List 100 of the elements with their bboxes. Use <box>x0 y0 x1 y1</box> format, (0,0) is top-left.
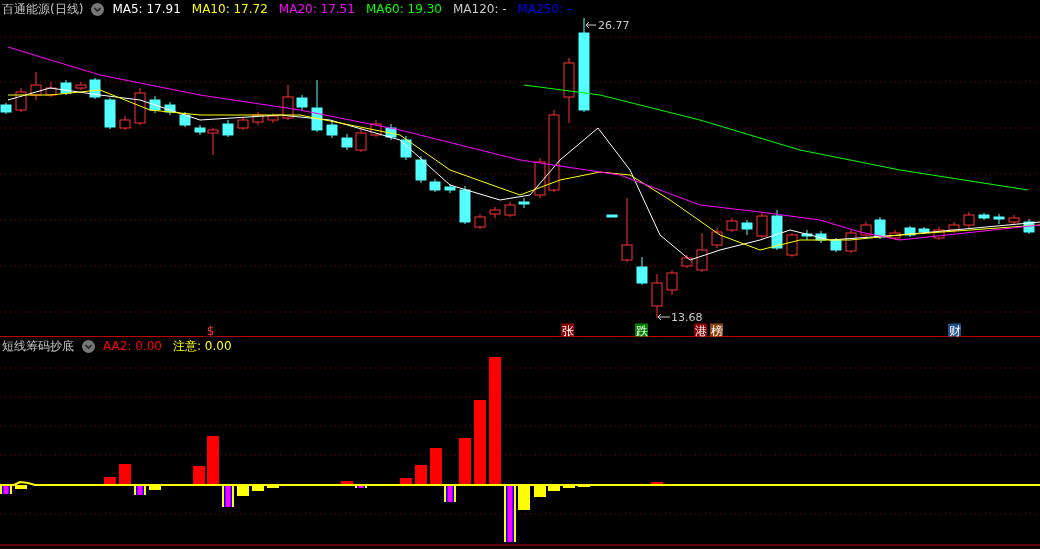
candlestick <box>164 101 176 116</box>
candlestick <box>30 71 42 101</box>
indicator-value: MA5: 17.91 <box>112 1 181 18</box>
candlestick <box>801 229 813 241</box>
event-marker: 张 <box>561 323 574 337</box>
candlestick <box>400 135 412 161</box>
histogram-bar <box>651 482 663 485</box>
candlestick <box>370 119 382 138</box>
candlestick <box>918 226 930 235</box>
candlestick <box>89 77 101 100</box>
candlestick <box>563 57 575 124</box>
histogram-bar <box>267 485 279 488</box>
histogram-bar <box>104 477 116 485</box>
panel-title: 百通能源(日线) <box>2 1 84 18</box>
candlestick <box>237 116 249 131</box>
candlestick <box>786 232 798 258</box>
event-marker: 跌 <box>635 323 648 337</box>
candlestick <box>119 115 131 131</box>
candlestick <box>534 157 546 199</box>
candlestick <box>948 221 960 234</box>
event-marker: 榜 <box>710 323 723 337</box>
histogram-bar <box>459 438 471 485</box>
candlestick <box>311 79 323 133</box>
candlestick <box>993 213 1005 225</box>
histogram-bar <box>415 465 427 485</box>
histogram-bar <box>252 485 264 491</box>
candlestick <box>15 87 27 113</box>
candlestick <box>681 254 693 269</box>
candlestick <box>415 155 427 184</box>
high-price-label: 26.77 <box>585 19 630 32</box>
indicator-value: MA250: - <box>517 1 572 18</box>
candlestick <box>636 256 648 286</box>
candlestick <box>666 269 678 296</box>
candlestick <box>459 185 471 225</box>
indicator-value: MA10: 17.72 <box>191 1 268 18</box>
candlestick <box>474 213 486 230</box>
histogram-bar <box>119 464 131 485</box>
candlestick <box>60 79 72 96</box>
candlestick <box>504 201 516 218</box>
candlestick <box>621 197 633 263</box>
candlestick <box>222 119 234 138</box>
candlestick <box>726 217 738 233</box>
candlestick <box>282 84 294 121</box>
candlestick <box>771 209 783 251</box>
candlestick <box>845 229 857 254</box>
candlestick <box>696 232 708 273</box>
candlestick <box>933 226 945 241</box>
candlestick <box>963 211 975 229</box>
candlestick <box>341 133 353 151</box>
candlestick <box>355 127 367 153</box>
candlestick <box>815 230 827 244</box>
candlestick <box>489 206 501 219</box>
candlestick <box>756 212 768 239</box>
histogram-bar <box>134 485 146 495</box>
histogram-bar <box>207 436 219 485</box>
histogram-bar <box>15 485 27 489</box>
candlestick <box>711 227 723 249</box>
indicator-value: AA2: 0.00 <box>103 338 162 355</box>
candlestick <box>429 178 441 193</box>
event-marker: 财 <box>948 323 961 337</box>
histogram-bar <box>237 485 249 496</box>
candlestick <box>326 119 338 139</box>
indicator-value: MA120: - <box>452 1 507 18</box>
histogram-bar <box>341 481 353 485</box>
candlestick <box>606 214 618 218</box>
candlestick <box>860 221 872 239</box>
candlestick <box>978 212 990 221</box>
candlestick <box>0 102 12 115</box>
event-marker: $ <box>204 323 217 337</box>
chevron-down-icon[interactable] <box>82 339 95 353</box>
indicator-value: MA60: 19.30 <box>365 1 442 18</box>
indicator-value: 注意: 0.00 <box>172 338 232 355</box>
candlestick <box>889 229 901 241</box>
candlestick <box>444 183 456 194</box>
candlestick <box>45 81 57 98</box>
candlestick <box>179 111 191 128</box>
candlestick <box>741 219 753 236</box>
candlestick <box>1023 218 1035 235</box>
candlestick <box>104 97 116 130</box>
histogram-bar <box>518 485 530 510</box>
chevron-down-icon[interactable] <box>91 2 105 16</box>
histogram-bar <box>504 485 516 542</box>
histogram-bar <box>400 478 412 485</box>
candlestick <box>385 123 397 141</box>
candlestick <box>267 112 279 124</box>
candlestick <box>830 237 842 253</box>
candlestick <box>149 95 161 114</box>
candlestick <box>134 87 146 126</box>
candlestick <box>296 94 308 111</box>
candlestick <box>518 197 530 209</box>
histogram-bar <box>430 448 442 485</box>
histogram-bar <box>548 485 560 491</box>
histogram-bar <box>149 485 161 490</box>
candlestick <box>252 111 264 126</box>
event-marker: 港 <box>694 323 707 337</box>
histogram-bar <box>0 485 12 494</box>
low-price-label: 13.68 <box>657 311 703 324</box>
candlestick <box>874 216 886 240</box>
histogram-bar <box>563 485 575 488</box>
candlestick <box>651 273 663 319</box>
